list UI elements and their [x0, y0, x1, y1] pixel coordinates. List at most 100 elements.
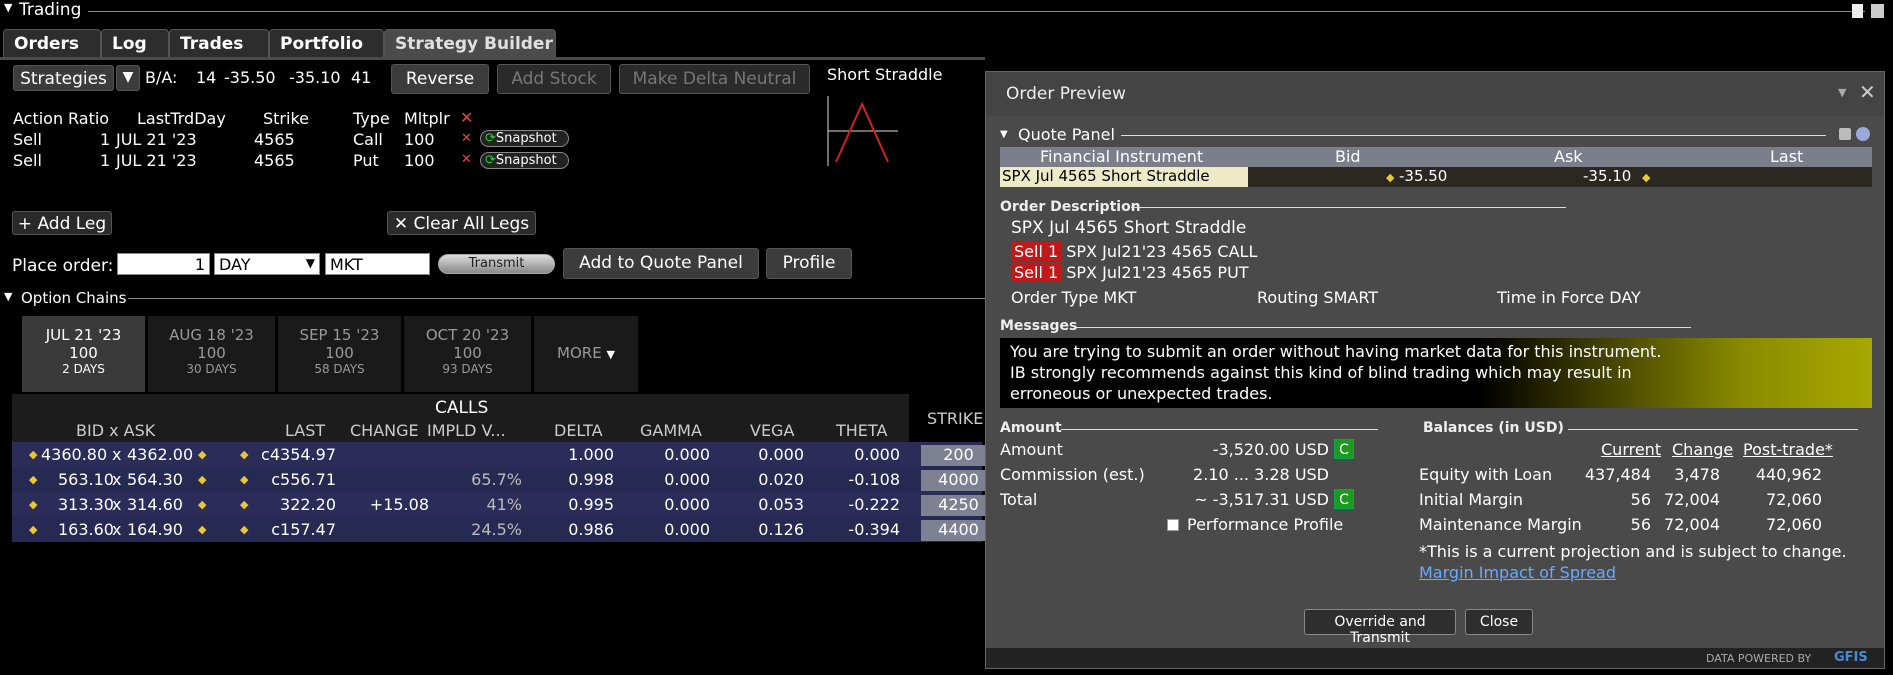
snapshot-button[interactable]: ⟳Snapshot [480, 152, 569, 169]
close-icon[interactable]: ✕ [1859, 80, 1876, 104]
leg-header-strike: Strike [263, 109, 309, 128]
tab-log[interactable]: Log [101, 29, 169, 57]
clear-all-legs-button[interactable]: ✕ Clear All Legs [387, 211, 536, 235]
qp-ask: -35.10 [1583, 167, 1632, 185]
last: c556.71 [271, 470, 336, 489]
option-chains-title: Option Chains [21, 289, 127, 307]
divider [1076, 327, 1691, 328]
ask: 164.90 [127, 520, 183, 539]
snapshot-label: Snapshot [495, 131, 557, 146]
performance-profile-label: Performance Profile [1187, 515, 1344, 534]
help-icon[interactable] [1856, 127, 1870, 141]
col-bidask: BID x ASK [76, 421, 156, 440]
override-and-transmit-button[interactable]: Override and Transmit [1304, 609, 1456, 646]
gamma: 0.000 [664, 470, 710, 489]
remove-leg-icon[interactable]: ✕ [461, 131, 472, 146]
profile-button[interactable]: Profile [766, 248, 852, 279]
chain-row[interactable]: ◆ 163.60 x 164.90 ◆ ◆ c157.47 24.5% 0.98… [12, 517, 996, 542]
expiry-tab[interactable]: OCT 20 '23 100 93 DAYS [404, 316, 531, 392]
diamond-icon: ◆ [29, 473, 38, 486]
document-icon[interactable] [1852, 4, 1863, 18]
amount-label: Amount [1000, 440, 1063, 459]
transmit-button[interactable]: Transmit [438, 254, 555, 274]
expiry-days: 58 DAYS [314, 362, 365, 376]
gamma: 0.000 [664, 445, 710, 464]
snapshot-button[interactable]: ⟳Snapshot [480, 130, 569, 147]
leg-type: Call [353, 130, 383, 149]
amount-title: Amount [1000, 420, 1062, 436]
strategies-dropdown-icon[interactable]: ▼ [116, 65, 140, 91]
leg-header-lasttrdday: LastTrdDay [137, 109, 226, 128]
vega: 0.000 [758, 445, 804, 464]
tab-orders[interactable]: Orders [3, 29, 101, 57]
x-separator: x [112, 520, 122, 539]
collapse-triangle-icon[interactable]: ▼ [1000, 129, 1008, 140]
expiry-date: OCT 20 '23 [425, 326, 510, 344]
margin-impact-link[interactable]: Margin Impact of Spread [1419, 563, 1616, 582]
leg-strike: 4565 [254, 151, 295, 170]
divider [1061, 429, 1378, 430]
balance-change: 72,004 [1664, 515, 1720, 534]
ask: 314.60 [127, 495, 183, 514]
quote-row[interactable]: SPX Jul 4565 Short Straddle ◆ -35.50 -35… [1000, 167, 1872, 187]
chain-row[interactable]: ◆ 313.30 x 314.60 ◆ ◆ 322.20 +15.08 41% … [12, 492, 996, 517]
add-stock-button[interactable]: Add Stock [497, 64, 611, 94]
order-type-input[interactable]: MKT [325, 253, 430, 275]
more-expiries-button[interactable]: MORE ▼ [534, 316, 638, 392]
remove-all-icon[interactable]: ✕ [460, 108, 473, 127]
close-button[interactable]: Close [1465, 609, 1533, 635]
place-order-label: Place order: [12, 256, 114, 276]
make-delta-neutral-button[interactable]: Make Delta Neutral [619, 64, 810, 94]
last: 322.20 [280, 495, 336, 514]
bid: 4360.80 [41, 445, 108, 464]
collapse-triangle-icon[interactable]: ▼ [4, 1, 12, 14]
tif-value: DAY [219, 255, 251, 274]
expiry-tab[interactable]: JUL 21 '23 100 2 DAYS [22, 316, 145, 392]
reverse-button[interactable]: Reverse [391, 64, 489, 94]
qp-bid: -35.50 [1399, 167, 1448, 185]
order-preview-dialog: Order Preview ▼ ✕ ▼ Quote Panel Financia… [985, 71, 1885, 669]
expiry-tab[interactable]: SEP 15 '23 100 58 DAYS [278, 316, 401, 392]
impld-vol: 41% [486, 495, 522, 514]
tif-select[interactable]: DAY ▼ [214, 253, 320, 275]
settings-icon[interactable] [1839, 128, 1851, 140]
currency-badge[interactable]: C [1334, 489, 1354, 509]
qp-instrument: SPX Jul 4565 Short Straddle [1000, 167, 1248, 187]
chain-row[interactable]: ◆ 563.10 x 564.30 ◆ ◆ c556.71 65.7% 0.99… [12, 467, 996, 492]
leg-header-ratio: Ratio [68, 109, 110, 128]
layout-icon[interactable] [1871, 4, 1884, 18]
strategy-name: Short Straddle [827, 65, 943, 84]
change: +15.08 [369, 495, 429, 514]
collapse-triangle-icon[interactable]: ▼ [4, 290, 12, 303]
add-leg-button[interactable]: + Add Leg [12, 211, 112, 235]
tab-portfolio[interactable]: Portfolio [269, 29, 384, 57]
calls-label: CALLS [435, 398, 489, 418]
sell-badge: Sell 1 [1011, 242, 1062, 261]
chain-row[interactable]: ◆ 4360.80 x 4362.00 ◆ ◆ c4354.97 1.000 0… [12, 442, 996, 467]
title-bar: ▼ Trading [0, 0, 1893, 22]
dialog-title: Order Preview [1006, 84, 1126, 104]
performance-profile-checkbox[interactable] [1167, 519, 1179, 531]
balance-label: Equity with Loan [1419, 465, 1553, 484]
expiry-tab[interactable]: AUG 18 '23 100 30 DAYS [148, 316, 275, 392]
strategies-button[interactable]: Strategies [13, 65, 114, 91]
payoff-diagram [827, 96, 898, 166]
remove-leg-icon[interactable]: ✕ [461, 152, 472, 167]
clear-legs-label: Clear All Legs [413, 214, 530, 234]
chevron-down-icon: ▼ [606, 348, 615, 361]
leg-header-mltplr: Mltplr [404, 109, 450, 128]
diamond-icon: ◆ [198, 473, 207, 486]
qp-col-bid: Bid [1335, 147, 1361, 166]
ba-label: B/A: [145, 68, 178, 87]
chevron-down-icon[interactable]: ▼ [1838, 86, 1846, 99]
quantity-input[interactable]: 1 [117, 253, 210, 275]
currency-badge[interactable]: C [1334, 439, 1354, 459]
tab-trades[interactable]: Trades [169, 29, 269, 57]
leg-strike: 4565 [254, 130, 295, 149]
expiry-days: 2 DAYS [62, 362, 105, 376]
add-to-quote-panel-button[interactable]: Add to Quote Panel [563, 248, 759, 279]
col-theta: THETA [836, 421, 888, 440]
quote-panel-header: Financial Instrument Bid Ask Last [1000, 147, 1872, 167]
tab-strategy-builder[interactable]: Strategy Builder [384, 29, 556, 57]
qp-col-last: Last [1770, 147, 1804, 166]
